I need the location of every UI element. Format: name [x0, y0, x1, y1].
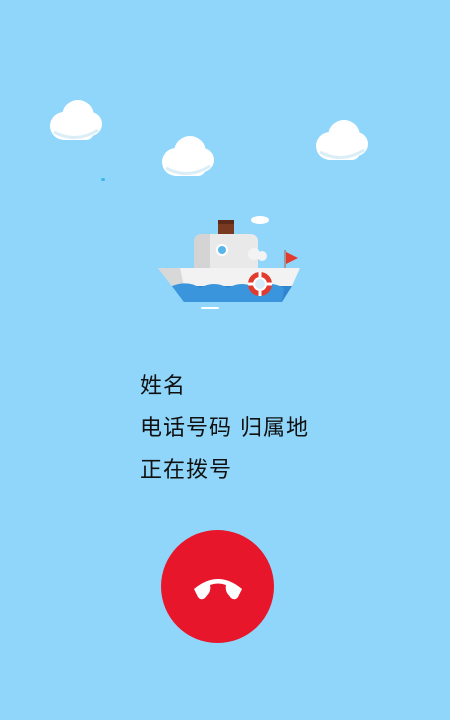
caller-info: 姓名 电话号码 归属地 正在拨号 — [140, 366, 309, 492]
call-status: 正在拨号 — [140, 458, 233, 483]
call-screen: 姓名 电话号码 归属地 正在拨号 — [0, 0, 450, 720]
cloud-illustration — [50, 100, 102, 140]
cloud-illustration — [162, 136, 214, 176]
caller-number-location: 电话号码 归属地 — [140, 416, 309, 441]
cloud-illustration — [316, 120, 368, 160]
caller-name: 姓名 — [140, 374, 187, 399]
boat-illustration — [158, 216, 300, 309]
phone-hangup-icon — [193, 578, 242, 599]
sparkle-dot — [101, 178, 105, 181]
hangup-button[interactable] — [161, 530, 274, 643]
